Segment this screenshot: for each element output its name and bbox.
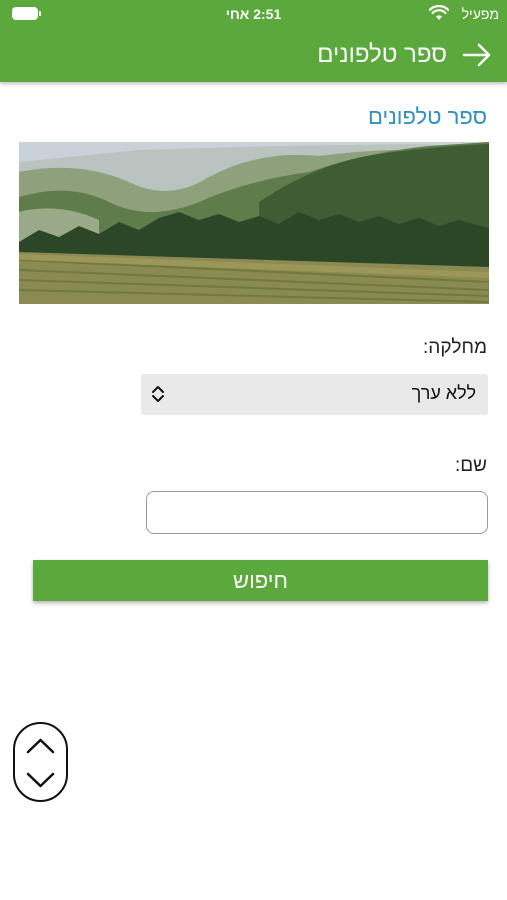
department-label: מחלקה: <box>423 337 487 358</box>
carrier-name: מפעיל <box>461 6 499 22</box>
header-title: ספר טלפונים <box>317 41 447 68</box>
department-select[interactable]: ללא ערך <box>141 374 488 415</box>
chevron-down-icon[interactable] <box>15 762 66 800</box>
landscape-banner-image <box>19 142 489 304</box>
department-selected-value: ללא ערך <box>411 383 476 403</box>
chevron-up-icon[interactable] <box>15 724 66 762</box>
name-label: שם: <box>454 455 487 476</box>
app-header: 2:51 אחי מפעיל ספר טלפונים <box>0 0 507 82</box>
name-input[interactable] <box>146 491 488 534</box>
up-down-chevron-icon <box>152 386 164 402</box>
arrow-right-icon[interactable] <box>461 40 493 70</box>
page-title: ספר טלפונים <box>368 104 487 129</box>
search-button[interactable]: חיפוש <box>33 560 488 601</box>
status-bar: 2:51 אחי מפעיל <box>0 0 507 30</box>
wifi-icon <box>429 5 449 20</box>
scroll-control <box>13 722 68 802</box>
